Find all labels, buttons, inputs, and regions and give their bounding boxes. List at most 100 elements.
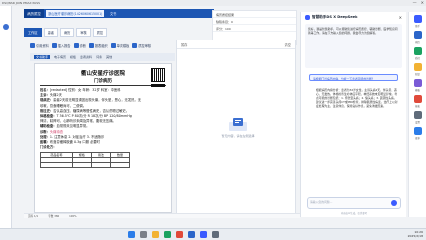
sub-tab-other[interactable]: 其他: [106, 55, 112, 59]
window-title: DSQNSR JOIN PMAX PASS: [2, 1, 41, 5]
document-tab[interactable]: 浙山医疗谱诊病历(1426060615001): [46, 10, 104, 17]
assistant-title: 智慧助手DS X DeepSeek: [305, 14, 358, 20]
qc-icon: [132, 42, 138, 48]
record-line-value: 神清，精神可，心肺听诊未闻及异常，腹软无压痛。: [40, 119, 116, 124]
record-line-key: 既往史：: [40, 108, 54, 113]
settings-icon[interactable]: [212, 231, 219, 238]
report-org-label: 报表组织: [94, 43, 108, 48]
report-org-button[interactable]: 报表组织: [88, 42, 108, 48]
medical-record-document[interactable]: 衢山安星疗诊医院 门诊病历 姓名：[redacted] 性别：女 年龄：32岁 …: [34, 63, 172, 213]
dock-item-icon[interactable]: [413, 95, 422, 103]
search-icon[interactable]: [140, 231, 147, 238]
dock-item-label: 质控: [415, 57, 420, 60]
folder-icon[interactable]: [152, 231, 159, 238]
app-avatar-icon[interactable]: [2, 24, 9, 30]
dock-item-icon[interactable]: [413, 63, 422, 71]
dock-item-icon[interactable]: [413, 31, 422, 39]
dock-item-icon[interactable]: [413, 15, 422, 23]
screen: DSQNSR JOIN PMAX PASS — ✕ 病历质控 浙山医疗谱诊病历(…: [0, 0, 426, 240]
app-header: 病历质控 浙山医疗谱诊病历(1426060615001) 文书: [24, 9, 214, 18]
qr-code: [151, 68, 165, 82]
document-title: 门诊病历: [94, 79, 112, 84]
sub-tab-patient-info[interactable]: 患者资料: [80, 55, 92, 59]
cite-label: 引用资料: [36, 43, 49, 48]
start-icon[interactable]: [128, 231, 135, 238]
template-label: 单次模板: [116, 43, 130, 48]
clock-date: 2025/2/18: [407, 233, 423, 238]
stash-button[interactable]: 暂存: [181, 42, 187, 47]
record-line-value: 布洛芬缓释胶囊 0.3g 口服 必要时: [49, 140, 100, 145]
record-line-value: 否认高血压、糖尿病等慢性病史，否认药物过敏史。: [53, 108, 130, 113]
qc-result-title: 病历质控结果: [213, 11, 296, 18]
minimize-icon[interactable]: —: [413, 0, 417, 5]
dock-item-icon[interactable]: [413, 127, 422, 135]
dock-item-label: 病历: [415, 41, 420, 44]
deepseek-app-icon[interactable]: [200, 231, 207, 238]
dock-item-label: 设置: [415, 121, 420, 124]
window-titlebar: DSQNSR JOIN PMAX PASS — ✕: [0, 0, 426, 6]
nav-qc[interactable]: 质控: [92, 27, 108, 37]
window-controls: — ✕: [413, 0, 424, 5]
dock-item-label: 模板: [415, 89, 420, 92]
record-line-value: 血常规未见明显异常。: [56, 124, 90, 129]
record-line-key: 体格检查：: [40, 114, 57, 119]
suggested-question[interactable]: 请根据门诊病历内容，分析一下患者可能的诊断？: [309, 74, 398, 81]
app-icon[interactable]: [176, 231, 183, 238]
sub-tab-emr[interactable]: 电子病历: [54, 55, 66, 59]
cite-button[interactable]: 引用资料: [30, 42, 49, 48]
empty-state-icon: [229, 118, 247, 131]
hospital-name: 衢山安星疗诊医院: [80, 71, 125, 77]
zoom-level[interactable]: 100%: [69, 215, 76, 218]
dock-item-label: 报表: [415, 105, 420, 108]
side-dock: 助手 病历 质控 知识 模板 报表 设置 更多: [408, 12, 426, 217]
sub-tab-template[interactable]: 模板: [70, 55, 76, 59]
clock[interactable]: 10:26 2025/2/18: [407, 230, 423, 238]
browser-icon[interactable]: [164, 231, 171, 238]
dock-item-label: 更多: [415, 137, 420, 140]
prescription-table: 药品名称 规格 用法 数量: [40, 152, 131, 169]
taskbar-icons: [128, 231, 219, 238]
qc-review-label: 质控审核: [138, 43, 152, 48]
diagnosis-icon: [73, 42, 79, 48]
assistant-input[interactable]: 请输入您的问题…: [307, 197, 401, 209]
sub-tab-assistant[interactable]: 文书助手: [34, 55, 51, 59]
send-icon[interactable]: [391, 200, 397, 206]
record-line-value: 患者2天前无明显诱因出现头痛，伴头晕，恶心，无发热，无: [53, 98, 142, 103]
dock-item-icon[interactable]: [413, 47, 422, 55]
clear-button[interactable]: 清空: [285, 42, 291, 47]
prescription-caption: 门诊处方：: [40, 145, 57, 150]
insert-report-label: 插入报告: [57, 43, 71, 48]
insert-report-button[interactable]: 插入报告: [51, 42, 71, 48]
sub-tab-terms[interactable]: 词条: [96, 55, 102, 59]
record-line-key: 诊断：: [40, 129, 50, 134]
record-line-key: 处理：: [40, 134, 50, 139]
diagnosis-button[interactable]: 诊断: [73, 42, 86, 48]
word-count: 字数 386: [48, 215, 60, 218]
assistant-title-text: 智慧助手DS X DeepSeek: [312, 14, 358, 19]
nav-record[interactable]: 病历: [59, 27, 75, 37]
record-line-value: 咳嗽，饮食睡眠尚可，二便调。: [40, 103, 87, 108]
report-icon: [51, 42, 57, 48]
close-icon[interactable]: ✕: [399, 15, 402, 20]
record-line-key: 主诉：: [40, 93, 50, 98]
emr-app-icon[interactable]: [188, 231, 195, 238]
assistant-disclaimer: 内容由AI生成，仅供参考: [340, 212, 368, 215]
dock-item-icon[interactable]: [413, 79, 422, 87]
assistant-intro-message: 您好，我是智慧助手，可以帮助您进行病历质控、辅助诊断、医学知识问答等工作。请在下…: [305, 24, 402, 68]
deepseek-logo-icon: [305, 14, 310, 20]
taskbar: 10:26 2025/2/18: [0, 228, 426, 240]
table-row: [40, 162, 131, 169]
middle-pane: 暂存 清空 暂无内容，请在左侧选择: [176, 40, 296, 213]
dock-item-icon[interactable]: [413, 111, 422, 119]
assistant-input-placeholder: 请输入您的问题…: [310, 200, 333, 204]
record-line-value: T 36.5℃ P 80次/分 R 18次/分 BP 120/80mmHg: [56, 114, 132, 119]
nav-bar: 工作区 患者 病历 审核 质控: [24, 27, 240, 37]
close-icon[interactable]: ✕: [421, 0, 424, 5]
template-button[interactable]: 单次模板: [110, 42, 130, 48]
nav-workspace[interactable]: 工作区: [24, 27, 42, 37]
nav-patient[interactable]: 患者: [43, 27, 58, 37]
template-icon: [110, 42, 116, 48]
deepseek-assistant-panel: 智慧助手DS X DeepSeek ✕ 您好，我是智慧助手，可以帮助您进行病历质…: [300, 12, 406, 217]
nav-review[interactable]: 审核: [76, 27, 91, 37]
qc-review-button[interactable]: 质控审核: [132, 42, 152, 48]
